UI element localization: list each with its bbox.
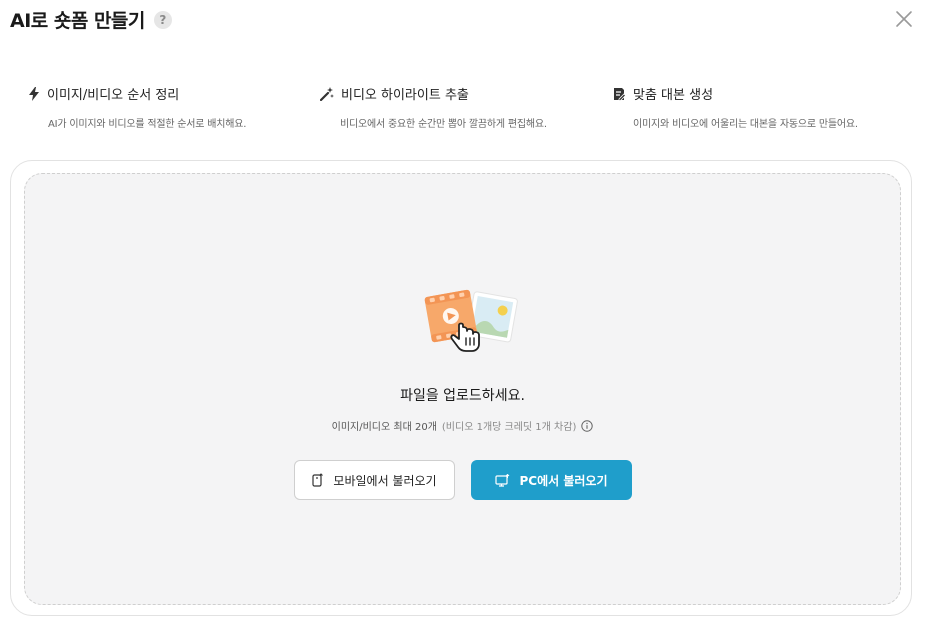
- upload-panel: 파일을 업로드하세요. 이미지/비디오 최대 20개 (비디오 1개당 크레딧 …: [10, 160, 912, 616]
- bolt-icon: [29, 86, 39, 101]
- header: AI로 숏폼 만들기 ?: [10, 6, 172, 33]
- feature-item: 이미지/비디오 순서 정리 AI가 이미지와 비디오를 적절한 순서로 배치해요…: [28, 84, 246, 130]
- feature-desc: AI가 이미지와 비디오를 적절한 순서로 배치해요.: [48, 119, 247, 130]
- magic-wand-icon: [320, 86, 334, 101]
- pc-button-label: PC에서 불러오기: [519, 473, 608, 488]
- import-from-mobile-button[interactable]: 모바일에서 불러오기: [294, 460, 455, 500]
- mobile-upload-icon: [312, 473, 324, 487]
- feature-item: 맞춤 대본 생성 이미지와 비디오에 어울리는 대본을 자동으로 만들어요.: [613, 84, 858, 130]
- page-title: AI로 숏폼 만들기: [10, 10, 145, 32]
- help-icon[interactable]: ?: [153, 10, 172, 29]
- close-icon[interactable]: [894, 9, 914, 29]
- mobile-button-label: 모바일에서 불러오기: [333, 473, 437, 488]
- feature-title: 맞춤 대본 생성: [633, 88, 714, 103]
- import-from-pc-button[interactable]: PC에서 불러오기: [471, 460, 632, 500]
- monitor-upload-icon: [495, 473, 510, 487]
- upload-dropzone[interactable]: 파일을 업로드하세요. 이미지/비디오 최대 20개 (비디오 1개당 크레딧 …: [24, 173, 901, 605]
- media-upload-illustration-icon: [424, 289, 518, 352]
- feature-title: 비디오 하이라이트 추출: [341, 88, 469, 103]
- feature-title: 이미지/비디오 순서 정리: [47, 88, 180, 103]
- upload-limit-note: 이미지/비디오 최대 20개 (비디오 1개당 크레딧 1개 차감): [25, 418, 900, 433]
- upload-limit: 이미지/비디오 최대 20개: [331, 422, 437, 433]
- info-icon[interactable]: [581, 419, 594, 432]
- feature-desc: 비디오에서 중요한 순간만 뽑아 깔끔하게 편집해요.: [340, 119, 547, 130]
- credit-note: (비디오 1개당 크레딧 1개 차감): [441, 422, 577, 433]
- script-icon: [614, 87, 626, 101]
- feature-list: 이미지/비디오 순서 정리 AI가 이미지와 비디오를 적절한 순서로 배치해요…: [0, 84, 927, 134]
- feature-item: 비디오 하이라이트 추출 비디오에서 중요한 순간만 뽑아 깔끔하게 편집해요.: [320, 84, 547, 130]
- feature-desc: 이미지와 비디오에 어울리는 대본을 자동으로 만들어요.: [633, 119, 858, 130]
- upload-title: 파일을 업로드하세요.: [400, 388, 525, 404]
